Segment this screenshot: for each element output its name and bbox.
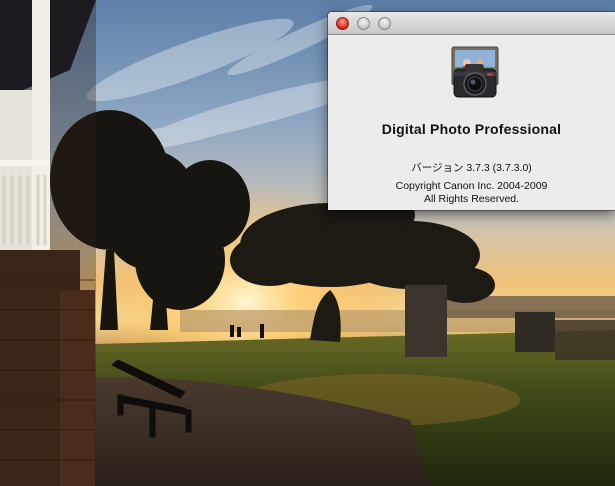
copyright-text: Copyright Canon Inc. 2004-2009 [395, 180, 548, 192]
close-button[interactable] [336, 17, 349, 30]
about-window: Digital Photo Professional バージョン 3.7.3 (… [328, 12, 615, 210]
version-text: バージョン 3.7.3 (3.7.3.0) [411, 162, 532, 174]
app-name: Digital Photo Professional [381, 121, 562, 137]
rights-text: All Rights Reserved. [423, 193, 520, 205]
window-titlebar[interactable] [328, 12, 615, 35]
copyright-block: Copyright Canon Inc. 2004-2009 All Right… [328, 180, 615, 206]
zoom-button[interactable] [378, 17, 391, 30]
camera-photo-icon [449, 45, 501, 101]
minimize-button[interactable] [357, 17, 370, 30]
